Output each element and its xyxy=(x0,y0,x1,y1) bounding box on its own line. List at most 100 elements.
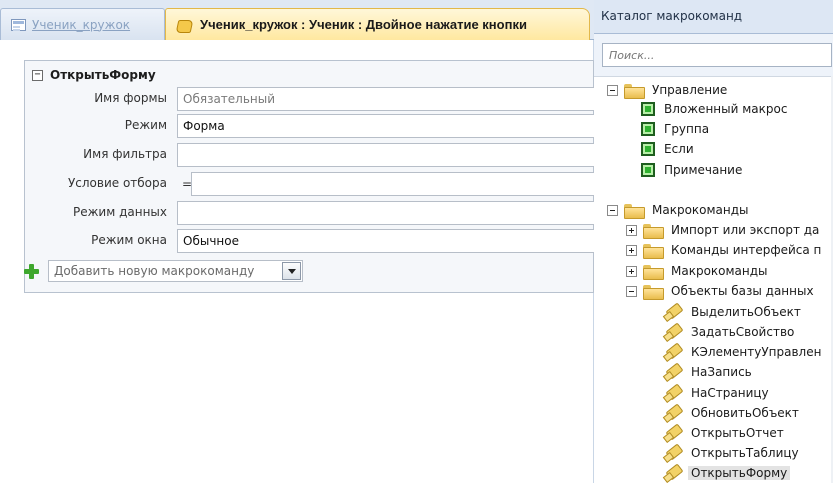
document-tab-bar: Ученик_кружок Ученик_кружок : Ученик : Д… xyxy=(0,0,594,40)
tree-subgroup-import-export[interactable]: Импорт или экспорт да xyxy=(626,220,819,240)
open-form-action-block[interactable]: − ОткрытьФорму Имя формы Обязательный Ре… xyxy=(24,60,595,293)
tab-macro-double-click[interactable]: Ученик_кружок : Ученик : Двойное нажатие… xyxy=(165,8,590,40)
action-icon xyxy=(664,405,682,421)
program-flow-icon xyxy=(641,102,655,116)
tree-label: ОткрытьОтчет xyxy=(691,426,784,440)
argument-row-form-name: Имя формы Обязательный xyxy=(25,87,595,111)
collapse-icon[interactable]: − xyxy=(32,69,43,81)
action-icon xyxy=(664,425,682,441)
folder-icon xyxy=(643,284,664,300)
tree-label: ЗадатьСвойство xyxy=(691,325,795,339)
tree-label: Макрокоманды xyxy=(652,203,749,217)
argument-label: Имя фильтра xyxy=(83,147,167,161)
expand-icon[interactable] xyxy=(626,244,637,256)
tree-label: ВыделитьОбъект xyxy=(691,305,801,319)
tree-label: Вложенный макрос xyxy=(664,102,788,116)
tree-action-goto-page[interactable]: НаСтраницу xyxy=(664,383,769,403)
macro-designer: Ученик_кружок Ученик_кружок : Ученик : Д… xyxy=(0,0,595,483)
form-name-field[interactable]: Обязательный xyxy=(177,87,595,111)
filter-name-field[interactable] xyxy=(177,143,595,167)
action-icon xyxy=(664,465,682,481)
data-mode-field[interactable] xyxy=(177,201,595,225)
tree-label: Макрокоманды xyxy=(671,264,768,278)
tree-action-repaint-object[interactable]: ОбновитьОбъект xyxy=(664,403,799,423)
action-icon xyxy=(664,344,682,360)
catalog-title: Каталог макрокоманд xyxy=(594,0,833,34)
tree-item-submacro[interactable]: Вложенный макрос xyxy=(641,99,787,119)
tree-item-group[interactable]: Группа xyxy=(641,119,709,139)
folder-icon xyxy=(643,264,664,280)
tab-label: Ученик_кружок xyxy=(32,17,131,32)
macro-icon xyxy=(176,18,192,32)
action-catalog-pane: Каталог макрокоманд Управление Вложенный… xyxy=(594,0,833,483)
tree-subgroup-ui-commands[interactable]: Команды интерфейса п xyxy=(626,240,821,260)
where-condition-field[interactable] xyxy=(191,172,595,196)
add-action-placeholder: Добавить новую макрокоманду xyxy=(54,264,255,278)
action-icon xyxy=(664,445,682,461)
chevron-down-icon[interactable] xyxy=(282,262,301,280)
argument-label: Режим xyxy=(124,118,167,132)
tree-label: НаЗапись xyxy=(691,365,752,379)
tree-label: НаСтраницу xyxy=(691,386,769,400)
argument-row-window-mode: Режим окна Обычное xyxy=(25,229,595,253)
tree-group-program-flow[interactable]: Управление xyxy=(607,80,727,100)
tree-label: Группа xyxy=(664,122,710,136)
tree-label: Управление xyxy=(652,83,728,97)
tree-item-if[interactable]: Если xyxy=(641,139,694,159)
argument-row-data-mode: Режим данных xyxy=(25,201,595,225)
argument-label: Режим данных xyxy=(72,205,167,219)
argument-label: Имя формы xyxy=(94,91,167,105)
program-flow-icon xyxy=(641,142,655,156)
view-field[interactable]: Форма xyxy=(177,114,595,138)
tree-action-select-object[interactable]: ВыделитьОбъект xyxy=(664,302,801,322)
tree-action-goto-record[interactable]: НаЗапись xyxy=(664,362,752,382)
folder-icon xyxy=(643,223,664,239)
argument-row-filter-name: Имя фильтра xyxy=(25,143,595,167)
tree-action-open-table[interactable]: ОткрытьТаблицу xyxy=(664,443,799,463)
collapse-icon[interactable] xyxy=(626,285,637,297)
form-icon xyxy=(11,18,26,31)
action-title: ОткрытьФорму xyxy=(50,68,156,82)
tree-subgroup-macro-commands[interactable]: Макрокоманды xyxy=(626,261,768,281)
action-block-header: − ОткрытьФорму xyxy=(32,68,156,82)
collapse-icon[interactable] xyxy=(607,84,618,96)
tree-action-set-property[interactable]: ЗадатьСвойство xyxy=(664,322,794,342)
program-flow-icon xyxy=(641,163,655,177)
tree-group-actions[interactable]: Макрокоманды xyxy=(607,200,749,220)
tree-action-goto-control[interactable]: КЭлементуУправлен xyxy=(664,342,821,362)
tab-form-uchenik-kruzhok[interactable]: Ученик_кружок xyxy=(0,8,165,40)
catalog-tree: Управление Вложенный макрос Группа Если … xyxy=(594,76,833,483)
action-icon xyxy=(664,385,682,401)
action-icon xyxy=(664,304,682,320)
catalog-search-input[interactable] xyxy=(602,43,832,67)
window-mode-field[interactable]: Обычное xyxy=(177,229,595,253)
tree-label: КЭлементуУправлен xyxy=(691,345,822,359)
argument-label: Условие отбора xyxy=(67,176,167,190)
argument-row-view: Режим Форма xyxy=(25,114,595,138)
folder-icon xyxy=(643,243,664,259)
tree-label: Импорт или экспорт да xyxy=(671,223,820,237)
tree-label: Примечание xyxy=(664,163,743,177)
tree-label: ОбновитьОбъект xyxy=(691,406,799,420)
argument-label: Режим окна xyxy=(91,233,167,247)
catalog-search-area xyxy=(594,34,833,76)
tree-action-open-form[interactable]: ОткрытьФорму xyxy=(664,463,791,483)
action-icon xyxy=(664,324,682,340)
folder-icon xyxy=(624,83,645,99)
expand-icon[interactable] xyxy=(626,265,637,277)
argument-row-where-condition: Условие отбора = xyxy=(25,172,595,196)
tree-label: Если xyxy=(664,142,694,156)
tree-action-open-report[interactable]: ОткрытьОтчет xyxy=(664,423,784,443)
add-icon[interactable] xyxy=(24,263,39,279)
expand-icon[interactable] xyxy=(626,224,637,236)
add-action-row: Добавить новую макрокоманду xyxy=(24,260,303,282)
tree-label: Объекты базы данных xyxy=(671,284,814,298)
add-new-action-combobox[interactable]: Добавить новую макрокоманду xyxy=(48,260,303,282)
program-flow-icon xyxy=(641,122,655,136)
folder-icon xyxy=(624,203,645,219)
tree-subgroup-database-objects[interactable]: Объекты базы данных xyxy=(626,281,814,301)
collapse-icon[interactable] xyxy=(607,204,618,216)
tree-label: Команды интерфейса п xyxy=(671,243,822,257)
tree-item-comment[interactable]: Примечание xyxy=(641,160,742,180)
tree-label: ОткрытьТаблицу xyxy=(691,446,799,460)
